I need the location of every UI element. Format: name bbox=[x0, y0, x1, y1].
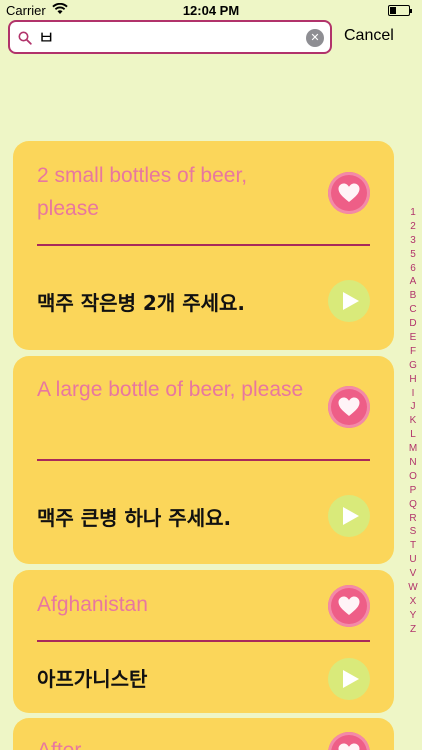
phrase-card[interactable]: A large bottle of beer, please 맥주 큰병 하나 … bbox=[13, 356, 394, 564]
favorite-button[interactable] bbox=[328, 172, 370, 214]
index-item[interactable]: M bbox=[404, 442, 422, 456]
phrase-card[interactable]: After bbox=[13, 718, 394, 750]
heart-icon bbox=[338, 183, 360, 202]
heart-icon bbox=[338, 596, 360, 615]
play-audio-button[interactable] bbox=[328, 280, 370, 322]
index-item[interactable]: 2 bbox=[404, 220, 422, 234]
english-phrase: A large bottle of beer, please bbox=[37, 378, 304, 401]
battery-icon bbox=[388, 5, 412, 16]
index-item[interactable]: F bbox=[404, 345, 422, 359]
play-icon bbox=[343, 507, 359, 525]
favorite-button[interactable] bbox=[328, 732, 370, 750]
index-item[interactable]: D bbox=[404, 317, 422, 331]
index-item[interactable]: Q bbox=[404, 498, 422, 512]
index-item[interactable]: B bbox=[404, 289, 422, 303]
index-item[interactable]: X bbox=[404, 595, 422, 609]
clock-label: 12:04 PM bbox=[182, 3, 240, 18]
index-item[interactable]: Z bbox=[404, 623, 422, 637]
index-item[interactable]: 3 bbox=[404, 234, 422, 248]
english-phrase: Afghanistan bbox=[37, 593, 148, 616]
clear-search-icon[interactable]: ✕ bbox=[306, 29, 324, 47]
index-item[interactable]: J bbox=[404, 400, 422, 414]
index-item[interactable]: R bbox=[404, 512, 422, 526]
index-item[interactable]: V bbox=[404, 567, 422, 581]
divider bbox=[37, 244, 370, 246]
index-item[interactable]: K bbox=[404, 414, 422, 428]
play-audio-button[interactable] bbox=[328, 658, 370, 700]
index-item[interactable]: A bbox=[404, 275, 422, 289]
search-input[interactable] bbox=[38, 25, 308, 49]
index-item[interactable]: Y bbox=[404, 609, 422, 623]
section-index[interactable]: 1 2 3 5 6 A B C D E F G H I J K L M N O … bbox=[404, 206, 422, 637]
index-item[interactable]: L bbox=[404, 428, 422, 442]
status-bar: Carrier 12:04 PM bbox=[0, 0, 422, 22]
index-item[interactable]: E bbox=[404, 331, 422, 345]
search-icon bbox=[18, 30, 32, 45]
index-item[interactable]: I bbox=[404, 387, 422, 401]
english-phrase: After bbox=[37, 734, 307, 750]
korean-phrase: 맥주 작은병 2개 주세요. bbox=[37, 291, 246, 315]
index-item[interactable]: 6 bbox=[404, 262, 422, 276]
divider bbox=[37, 640, 370, 642]
index-item[interactable]: C bbox=[404, 303, 422, 317]
divider bbox=[37, 459, 370, 461]
index-item[interactable]: N bbox=[404, 456, 422, 470]
play-icon bbox=[343, 670, 359, 688]
english-phrase: 2 small bottles of beer, please bbox=[37, 164, 248, 220]
index-item[interactable]: W bbox=[404, 581, 422, 595]
heart-icon bbox=[338, 397, 360, 416]
index-item[interactable]: 5 bbox=[404, 248, 422, 262]
favorite-button[interactable] bbox=[328, 386, 370, 428]
index-item[interactable]: H bbox=[404, 373, 422, 387]
index-item[interactable]: O bbox=[404, 470, 422, 484]
korean-phrase: 맥주 큰병 하나 주세요. bbox=[37, 506, 232, 530]
index-item[interactable]: G bbox=[404, 359, 422, 373]
search-bar[interactable]: ✕ bbox=[8, 20, 332, 54]
heart-icon bbox=[338, 743, 360, 750]
phrase-card[interactable]: 2 small bottles of beer, please 맥주 작은병 2… bbox=[13, 141, 394, 350]
index-item[interactable]: U bbox=[404, 553, 422, 567]
index-item[interactable]: S bbox=[404, 525, 422, 539]
index-item[interactable]: P bbox=[404, 484, 422, 498]
index-item[interactable]: 1 bbox=[404, 206, 422, 220]
favorite-button[interactable] bbox=[328, 585, 370, 627]
korean-phrase: 아프가니스탄 bbox=[37, 667, 148, 691]
phrase-card[interactable]: Afghanistan 아프가니스탄 bbox=[13, 570, 394, 713]
cancel-button[interactable]: Cancel bbox=[344, 27, 394, 45]
index-item[interactable]: T bbox=[404, 539, 422, 553]
play-icon bbox=[343, 292, 359, 310]
play-audio-button[interactable] bbox=[328, 495, 370, 537]
